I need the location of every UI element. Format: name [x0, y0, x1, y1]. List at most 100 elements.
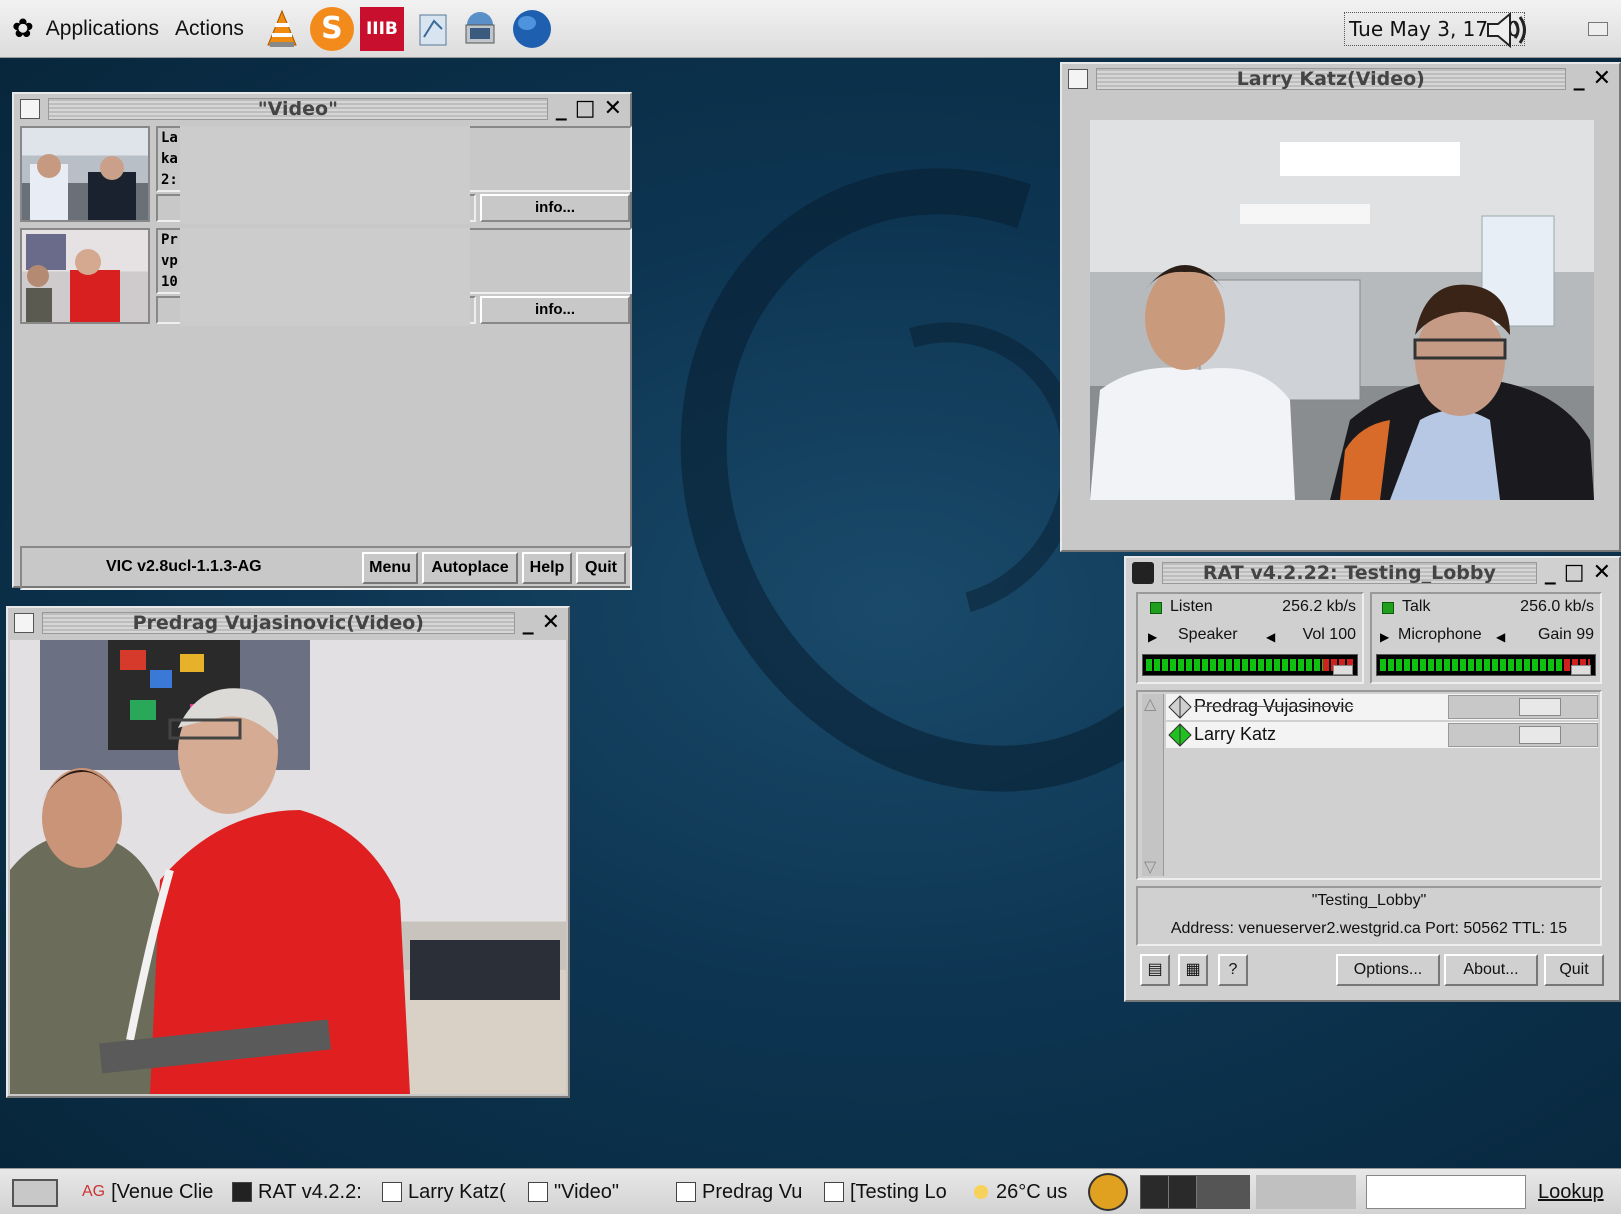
listen-led-icon[interactable]: [1150, 602, 1162, 614]
volume-icon[interactable]: [1484, 10, 1532, 54]
workspace-1[interactable]: [1141, 1176, 1169, 1208]
listen-label[interactable]: Listen: [1170, 598, 1213, 616]
iiib-icon[interactable]: IIIB: [359, 6, 404, 51]
talk-label[interactable]: Talk: [1402, 598, 1430, 616]
scroll-down-icon[interactable]: ▽: [1144, 857, 1156, 876]
maximize-icon[interactable]: □: [1564, 562, 1585, 584]
taskbar-item[interactable]: "Video": [528, 1175, 668, 1209]
menu-button[interactable]: Menu: [362, 552, 418, 584]
source-name-text: Pr: [161, 232, 178, 248]
vic-titlebar[interactable]: "Video" _ □ ✕: [14, 94, 630, 124]
save-icon[interactable]: ▤: [1140, 954, 1170, 986]
talk-panel: Talk 256.0 kb/s ▶ Microphone ◀ Gain 99: [1370, 592, 1602, 684]
video-thumbnail[interactable]: [20, 126, 150, 222]
weather-text: 26°C us: [996, 1181, 1068, 1203]
session-name: "Testing_Lobby": [1311, 892, 1427, 909]
skype-icon[interactable]: S: [309, 6, 354, 51]
minimize-icon[interactable]: _: [1545, 562, 1556, 584]
show-desktop-icon[interactable]: [12, 1179, 58, 1207]
weather-applet[interactable]: 26°C us: [974, 1175, 1082, 1209]
window-menu-box[interactable]: [1068, 69, 1088, 89]
task-label: "Video": [554, 1181, 619, 1203]
participant-name: Predrag Vujasinovic: [1194, 696, 1354, 716]
info-button[interactable]: info...: [480, 296, 630, 324]
window-icon: [824, 1182, 844, 1202]
workspace-switcher[interactable]: [1140, 1175, 1250, 1209]
network-icon[interactable]: [460, 7, 504, 51]
rat-app-icon[interactable]: [1132, 562, 1154, 584]
source-stats-text: 2:: [161, 172, 178, 188]
lookup-input[interactable]: [1366, 1175, 1526, 1209]
close-icon[interactable]: ✕: [1593, 562, 1611, 584]
minimize-icon[interactable]: _: [1574, 68, 1585, 90]
speaker-next-icon[interactable]: ▶: [1148, 630, 1157, 644]
taskbar-item[interactable]: Larry Katz(: [382, 1175, 522, 1209]
talk-led-icon[interactable]: [1382, 602, 1394, 614]
talk-level-fill: [1380, 659, 1564, 671]
taskbar-item[interactable]: RAT v4.2.2:: [232, 1175, 374, 1209]
participant-slider-handle[interactable]: [1519, 698, 1561, 716]
volume-label: Vol 100: [1302, 626, 1356, 643]
vic-version-label: VIC v2.8ucl-1.1.3-AG: [106, 558, 262, 575]
microphone-device: Microphone: [1398, 626, 1482, 643]
lookup-button[interactable]: Lookup: [1538, 1175, 1614, 1209]
window-menu-box[interactable]: [20, 99, 40, 119]
workspace-2[interactable]: [1169, 1176, 1197, 1208]
autoplace-button[interactable]: Autoplace: [422, 552, 518, 584]
workspace-3[interactable]: [1197, 1176, 1249, 1208]
volume-slider-handle[interactable]: [1333, 665, 1353, 675]
taskbar-item[interactable]: Predrag Vu: [676, 1175, 816, 1209]
talk-rate: 256.0 kb/s: [1520, 598, 1594, 615]
gain-label: Gain 99: [1537, 626, 1594, 643]
files-icon[interactable]: [410, 7, 454, 51]
participant-row[interactable]: Larry Katz: [1166, 722, 1598, 748]
applications-menu[interactable]: Applications: [46, 17, 159, 41]
participant-row[interactable]: Predrag Vujasinovic: [1166, 694, 1598, 720]
options-button[interactable]: Options...: [1336, 954, 1440, 986]
vic-status-bar: VIC v2.8ucl-1.1.3-AG Menu Autoplace Help…: [20, 546, 632, 590]
keyboard-indicator-icon[interactable]: [1588, 22, 1608, 36]
minimize-icon[interactable]: _: [556, 98, 567, 120]
help-button[interactable]: Help: [522, 552, 572, 584]
rat-quit-button[interactable]: Quit: [1544, 954, 1604, 986]
participant-slider-handle[interactable]: [1519, 726, 1561, 744]
taskbar-item[interactable]: AG [Venue Clie: [82, 1175, 228, 1209]
microphone-next-icon[interactable]: ▶: [1380, 630, 1389, 644]
task-label: Predrag Vu: [702, 1181, 803, 1203]
gain-slider-handle[interactable]: [1571, 665, 1591, 675]
gnome-foot-icon[interactable]: ✿: [12, 14, 34, 44]
larry-titlebar[interactable]: Larry Katz(Video) _ ✕: [1062, 64, 1619, 94]
participant-volume-slider[interactable]: [1448, 695, 1598, 719]
maximize-icon[interactable]: □: [575, 98, 596, 120]
globe-icon[interactable]: [510, 7, 554, 51]
grid-icon[interactable]: ▦: [1178, 954, 1208, 986]
actions-menu[interactable]: Actions: [175, 17, 244, 41]
info-button[interactable]: info...: [480, 194, 630, 222]
taskbar-item[interactable]: [Testing Lo: [824, 1175, 966, 1209]
minimize-icon[interactable]: _: [523, 612, 534, 634]
participant-volume-slider[interactable]: [1448, 723, 1598, 747]
predrag-titlebar[interactable]: Predrag Vujasinovic(Video) _ ✕: [8, 608, 568, 638]
close-icon[interactable]: ✕: [604, 98, 622, 120]
occluded-area: [180, 126, 470, 224]
fish-applet-icon[interactable]: [1088, 1173, 1128, 1211]
close-icon[interactable]: ✕: [1593, 68, 1611, 90]
predrag-video-frame[interactable]: [10, 640, 566, 1094]
listen-level-meter: [1142, 654, 1358, 676]
quit-button[interactable]: Quit: [576, 552, 626, 584]
window-menu-box[interactable]: [14, 613, 34, 633]
video-thumbnail[interactable]: [20, 228, 150, 324]
scroll-up-icon[interactable]: △: [1144, 694, 1156, 713]
vlc-icon[interactable]: [260, 7, 304, 51]
about-button[interactable]: About...: [1444, 954, 1538, 986]
participants-scrollbar[interactable]: △ ▽: [1142, 694, 1164, 876]
larry-video-frame[interactable]: [1090, 120, 1594, 500]
help-icon[interactable]: ?: [1218, 954, 1248, 986]
active-participant-icon: [1168, 723, 1192, 747]
close-icon[interactable]: ✕: [542, 612, 560, 634]
listen-panel: Listen 256.2 kb/s ▶ Speaker ◀ Vol 100: [1136, 592, 1364, 684]
rat-titlebar[interactable]: RAT v4.2.22: Testing_Lobby _ □ ✕: [1126, 558, 1619, 588]
gain-prev-icon[interactable]: ◀: [1496, 630, 1505, 644]
vic-source-row: Pr vp 10 info...: [20, 228, 632, 326]
volume-prev-icon[interactable]: ◀: [1266, 630, 1275, 644]
